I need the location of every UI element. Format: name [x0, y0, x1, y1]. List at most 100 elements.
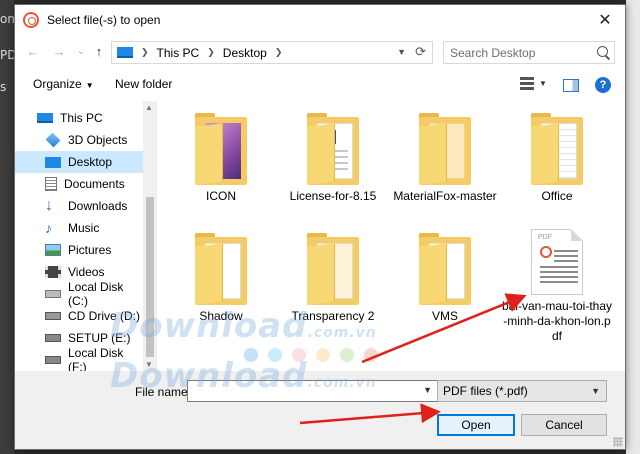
pc-icon	[37, 113, 53, 123]
disk-icon	[45, 334, 61, 342]
view-options-icon[interactable]	[520, 77, 536, 91]
folder-icon	[531, 113, 583, 185]
address-bar[interactable]: ❯ This PC ❯ Desktop ❯ ▼ ⟳	[111, 41, 433, 64]
file-name: MaterialFox-master	[393, 189, 497, 203]
file-type-value: PDF files (*.pdf)	[443, 384, 528, 398]
nav-item-this-pc[interactable]: This PC	[15, 107, 143, 129]
nav-item-music[interactable]: ♪ Music	[15, 217, 143, 239]
file-name: ICON	[206, 189, 236, 203]
file-name: Office	[541, 189, 573, 203]
watermark-text: Download	[110, 306, 308, 346]
nav-item-3d-objects[interactable]: 3D Objects	[15, 129, 143, 151]
file-item-pdf[interactable]: PDF bai-van-mau-toi-thay-minh-da-khon-lo…	[501, 229, 613, 344]
nav-item-local-disk-c[interactable]: Local Disk (C:)	[15, 280, 143, 308]
watermark-logo: Download.com.vn	[110, 306, 377, 346]
toolbar: Organize ▼ New folder ▼ ?	[15, 69, 625, 99]
pc-icon	[117, 47, 133, 58]
chevron-right-icon: ❯	[207, 47, 215, 57]
caret-down-icon: ▼	[85, 81, 94, 90]
nav-item-label: This PC	[60, 111, 103, 125]
nav-item-label: Pictures	[68, 243, 112, 257]
up-button[interactable]: ↑	[89, 41, 109, 63]
dialog-title: Select file(-s) to open	[47, 13, 161, 27]
title-bar: Select file(-s) to open ✕	[15, 5, 625, 35]
pdf-tag: PDF	[538, 234, 552, 241]
file-item-office-folder[interactable]: Office	[501, 113, 613, 204]
arrow-left-icon: ←	[26, 44, 40, 59]
nav-item-pictures[interactable]: Pictures	[15, 239, 143, 261]
file-name: VMS	[431, 309, 458, 323]
picture-icon	[45, 244, 61, 256]
open-button[interactable]: Open	[437, 414, 515, 436]
nav-item-label: 3D Objects	[68, 133, 128, 147]
folder-icon	[307, 113, 359, 185]
download-icon: ↓	[45, 197, 53, 214]
nav-item-label: Desktop	[68, 155, 113, 169]
document-icon	[45, 177, 57, 191]
forward-button[interactable]: →	[49, 41, 69, 63]
nav-item-label: Videos	[68, 265, 105, 279]
folder-icon	[419, 233, 471, 305]
refresh-icon[interactable]: ⟳	[415, 44, 426, 60]
arrow-right-icon: →	[52, 44, 66, 59]
music-icon: ♪	[45, 220, 52, 236]
organize-button[interactable]: Organize ▼	[33, 77, 94, 91]
watermark-suffix: .com.vn	[307, 325, 377, 341]
nav-item-label: Downloads	[68, 199, 128, 213]
video-icon	[45, 266, 61, 278]
back-button[interactable]: ←	[23, 41, 43, 63]
disk-icon	[45, 290, 61, 298]
nav-item-desktop[interactable]: Desktop	[15, 151, 143, 173]
preview-pane-icon[interactable]	[563, 79, 579, 92]
watermark-logo-2: Download.com.vn	[110, 356, 377, 396]
file-type-select[interactable]: PDF files (*.pdf) ▼	[437, 380, 607, 402]
folder-icon	[195, 113, 247, 185]
file-name: bai-van-mau-toi-thay-minh-da-khon-lon.pd…	[501, 299, 613, 343]
chevron-right-icon: ❯	[274, 47, 283, 57]
navigation-row: ← → ⌄ ↑ ❯ This PC ❯ Desktop ❯ ▼ ⟳ Search…	[15, 37, 625, 67]
chevron-down-icon: ⌄	[76, 46, 86, 57]
search-placeholder: Search Desktop	[450, 45, 536, 60]
chevron-down-icon[interactable]: ▼	[423, 385, 432, 395]
search-box[interactable]: Search Desktop	[443, 41, 615, 64]
chevron-right-icon: ❯	[141, 47, 149, 57]
file-item-license-folder[interactable]: License-for-8.15	[277, 113, 389, 204]
arrow-up-icon: ↑	[95, 44, 103, 59]
breadcrumb-desktop[interactable]: Desktop	[223, 46, 267, 60]
file-name: License-for-8.15	[289, 189, 377, 203]
watermark-text: Download	[110, 356, 308, 396]
pdf-file-icon: PDF	[531, 229, 583, 295]
nav-item-documents[interactable]: Documents	[15, 173, 143, 195]
organize-label: Organize	[33, 77, 82, 91]
disk-icon	[45, 356, 61, 364]
watermark-suffix: .com.vn	[307, 375, 377, 391]
nav-item-label: Documents	[64, 177, 125, 191]
cancel-button[interactable]: Cancel	[521, 414, 607, 436]
view-caret-icon[interactable]: ▼	[539, 79, 547, 88]
desktop-icon	[45, 156, 61, 168]
folder-icon	[307, 233, 359, 305]
search-icon[interactable]	[597, 46, 608, 57]
nav-item-label: Local Disk (C:)	[68, 280, 124, 308]
cd-icon	[45, 312, 61, 320]
file-item-vms-folder[interactable]: VMS	[389, 233, 501, 324]
background-text-3: s	[0, 80, 7, 94]
recent-locations-button[interactable]: ⌄	[71, 41, 91, 63]
breadcrumb-this-pc[interactable]: This PC	[157, 46, 200, 60]
scroll-up-icon[interactable]: ▲	[145, 103, 153, 112]
file-item-icon-folder[interactable]: ICON	[165, 113, 277, 204]
chevron-down-icon: ▼	[591, 386, 600, 396]
close-icon: ✕	[598, 12, 612, 29]
new-folder-button[interactable]: New folder	[115, 77, 172, 91]
close-button[interactable]: ✕	[585, 5, 625, 35]
help-icon[interactable]: ?	[595, 77, 611, 93]
background-sidebar	[0, 0, 14, 454]
file-item-materialfox-folder[interactable]: MaterialFox-master	[389, 113, 501, 204]
folder-icon	[195, 233, 247, 305]
address-dropdown-icon[interactable]: ▼	[397, 47, 406, 57]
folder-icon	[419, 113, 471, 185]
app-logo-icon	[23, 12, 39, 28]
nav-item-label: Music	[68, 221, 100, 235]
nav-item-downloads[interactable]: ↓ Downloads	[15, 195, 143, 217]
resize-grip[interactable]	[613, 437, 623, 447]
